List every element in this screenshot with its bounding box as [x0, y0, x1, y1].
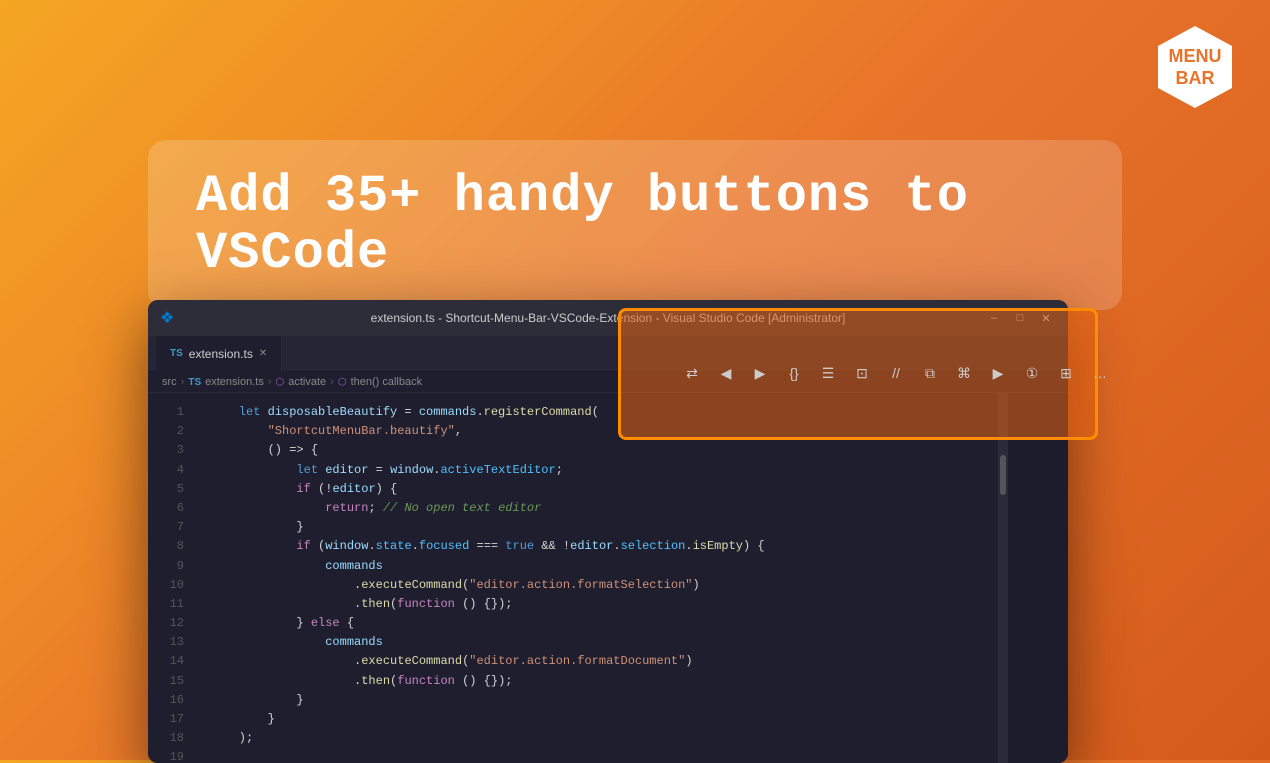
bc-src: src	[162, 376, 177, 388]
line-numbers: 12345 678910 1112131415 16171819	[148, 393, 196, 763]
toolbar-btn-run[interactable]: ▶	[984, 359, 1012, 387]
bc-ts: TS	[188, 377, 201, 388]
headline-text: Add 35+ handy buttons to VSCode	[196, 168, 1074, 282]
title-bar-text: extension.ts - Shortcut-Menu-Bar-VSCode-…	[371, 311, 846, 325]
toolbar-btn-next[interactable]: ▶	[746, 359, 774, 387]
toolbar-btn-split[interactable]: ⊞	[1052, 359, 1080, 387]
bc-sep3: ›	[330, 376, 334, 388]
scrollbar-thumb	[1000, 455, 1006, 495]
headline-card: Add 35+ handy buttons to VSCode	[148, 140, 1122, 310]
maximize-button[interactable]: □	[1010, 308, 1030, 328]
toolbar-btn-copy[interactable]: ⧉	[916, 359, 944, 387]
toolbar-btn-more[interactable]: …	[1086, 359, 1114, 387]
bc-sep2: ›	[268, 376, 272, 388]
bc-callback-icon: ⬡	[338, 377, 347, 388]
editor-tab[interactable]: TS extension.ts ✕	[156, 336, 282, 372]
toolbar-btn-transform[interactable]: ⇄	[678, 359, 706, 387]
tab-lang: TS	[170, 348, 183, 359]
vscode-toolbar: ⇄ ◀ ▶ {} ☰ ⊡ // ⧉ ⌘ ▶ ① ⊞ …	[670, 355, 1122, 391]
bc-callback: then() callback	[351, 376, 423, 388]
editor-area: 12345 678910 1112131415 16171819 let dis…	[148, 393, 1068, 763]
toolbar-btn-cmd[interactable]: ⌘	[950, 359, 978, 387]
toolbar-btn-braces[interactable]: {}	[780, 359, 808, 387]
minimap	[1008, 393, 1068, 763]
toolbar-btn-prev[interactable]: ◀	[712, 359, 740, 387]
bc-filename: extension.ts	[205, 376, 264, 388]
editor-scrollbar[interactable]	[998, 393, 1008, 763]
bc-activate-icon: ⬡	[276, 377, 285, 388]
bc-sep1: ›	[181, 376, 185, 388]
code-content[interactable]: let disposableBeautify = commands.regist…	[196, 393, 998, 763]
minimize-button[interactable]: –	[984, 308, 1004, 328]
toolbar-btn-list[interactable]: ☰	[814, 359, 842, 387]
title-bar: ❖ extension.ts - Shortcut-Menu-Bar-VSCod…	[148, 300, 1068, 336]
close-button[interactable]: ✕	[1036, 308, 1056, 328]
toolbar-btn-image[interactable]: ⊡	[848, 359, 876, 387]
vscode-icon: ❖	[160, 308, 174, 328]
toolbar-btn-one[interactable]: ①	[1018, 359, 1046, 387]
window-controls: – □ ✕	[984, 308, 1056, 328]
menubar-logo: MENU BAR	[1150, 22, 1240, 112]
toolbar-btn-comment[interactable]: //	[882, 359, 910, 387]
tab-close-icon[interactable]: ✕	[259, 348, 267, 359]
bc-activate: activate	[288, 376, 326, 388]
tab-filename: extension.ts	[189, 347, 253, 361]
svg-text:MENU: MENU	[1169, 46, 1222, 66]
svg-text:BAR: BAR	[1176, 68, 1215, 88]
